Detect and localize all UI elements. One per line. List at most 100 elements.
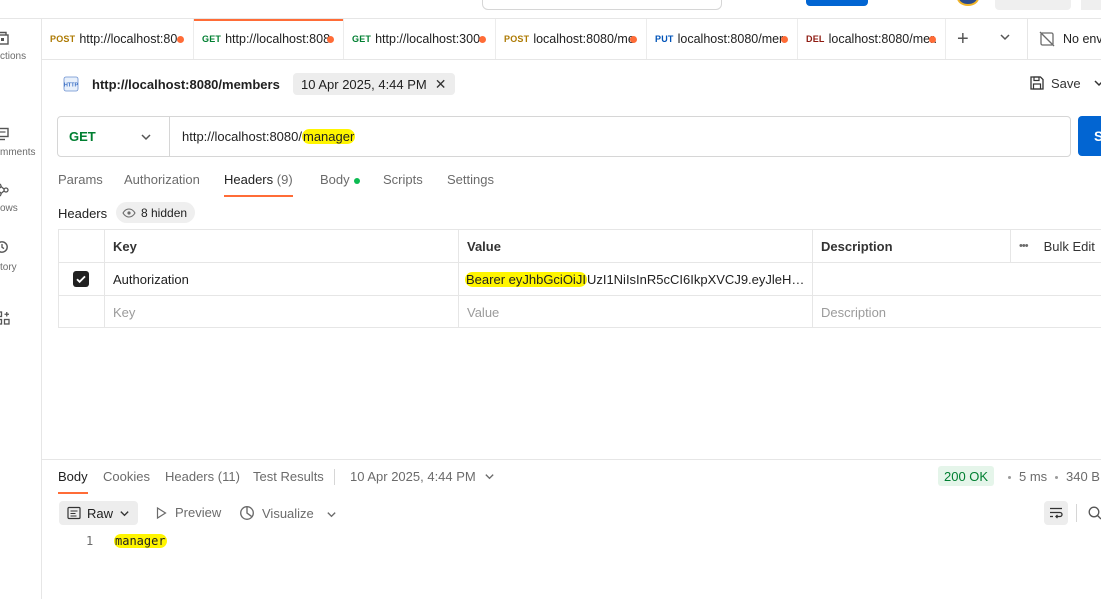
sidebar-item-history[interactable]: tory bbox=[0, 240, 42, 280]
format-dropdown[interactable]: Raw bbox=[59, 501, 139, 525]
new-value-input[interactable]: Value bbox=[458, 296, 812, 328]
avatar[interactable] bbox=[957, 0, 979, 6]
value-rest: UzI1NiIsInR5cCI6IkpXVCJ9.eyJleHAiOj... bbox=[586, 271, 812, 287]
unsaved-dot-icon bbox=[479, 36, 486, 43]
save-options-chevron-down-icon[interactable] bbox=[1093, 77, 1101, 89]
visualize-button[interactable]: Visualize bbox=[239, 505, 314, 521]
tab-url: localhost:8080/mer bbox=[677, 32, 784, 46]
save-button[interactable]: Save bbox=[1029, 75, 1081, 91]
new-description-input[interactable]: Description bbox=[812, 296, 1101, 328]
column-header-description: Description bbox=[812, 230, 1010, 262]
unsaved-dot-icon bbox=[177, 36, 184, 43]
visualize-icon bbox=[240, 506, 254, 520]
postman-window: ctions mments ows tory POST http://local… bbox=[0, 0, 1101, 599]
table-header-row: Key Value Description ••• Bulk Edit bbox=[59, 230, 1101, 263]
row-checkbox-cell bbox=[59, 263, 104, 295]
request-tabs-bar: POST http://localhost:80 GET http://loca… bbox=[42, 19, 1101, 60]
search-icon[interactable] bbox=[1088, 506, 1101, 520]
divider bbox=[334, 469, 335, 485]
save-icon bbox=[1030, 76, 1044, 90]
url-highlighted-segment: manager bbox=[301, 129, 356, 144]
request-tab-active[interactable]: GET http://localhost:808 bbox=[194, 19, 344, 59]
status-badge[interactable]: 200 OK bbox=[938, 466, 995, 486]
request-tab[interactable]: POST http://localhost:80 bbox=[42, 19, 194, 59]
send-button[interactable]: S bbox=[1078, 116, 1101, 156]
tab-scripts[interactable]: Scripts bbox=[383, 172, 423, 187]
tab-authorization[interactable]: Authorization bbox=[124, 172, 200, 187]
checkmark-icon bbox=[76, 275, 86, 284]
visualize-chevron-down-icon[interactable] bbox=[326, 509, 337, 520]
window-control[interactable] bbox=[1081, 0, 1101, 10]
preview-button[interactable]: Preview bbox=[154, 505, 221, 520]
separator-dot bbox=[1008, 476, 1011, 479]
environment-selector[interactable]: No envi bbox=[1063, 32, 1101, 46]
row-checkbox-cell bbox=[59, 296, 104, 328]
header-enabled-checkbox[interactable] bbox=[73, 271, 89, 287]
request-tab[interactable]: DEL localhost:8080/mer. bbox=[798, 19, 946, 59]
request-tab[interactable]: PUT localhost:8080/mer bbox=[647, 19, 798, 59]
response-tab-body[interactable]: Body bbox=[58, 469, 88, 494]
wrap-lines-icon bbox=[1050, 507, 1063, 519]
header-description-cell[interactable] bbox=[812, 263, 1101, 295]
sidebar-item-environments[interactable]: mments bbox=[0, 127, 42, 167]
invite-button[interactable] bbox=[806, 0, 868, 6]
tab-body[interactable]: Body bbox=[320, 172, 360, 187]
tab-params[interactable]: Params bbox=[58, 172, 103, 187]
header-value-cell[interactable]: Bearer eyJhbGciOiJI UzI1NiIsInR5cCI6IkpXV… bbox=[458, 263, 812, 295]
header-key-cell[interactable]: Authorization bbox=[104, 263, 458, 295]
method-label: POST bbox=[50, 34, 76, 44]
body-indicator-dot-icon bbox=[353, 177, 360, 184]
bulk-edit-button[interactable]: ••• Bulk Edit bbox=[1019, 239, 1095, 254]
request-date: 10 Apr 2025, 4:44 PM bbox=[301, 76, 427, 92]
headers-table: Key Value Description ••• Bulk Edit Autho… bbox=[58, 229, 1101, 328]
sidebar-item-flows[interactable]: ows bbox=[0, 183, 42, 223]
sidebar-item-label: ows bbox=[0, 203, 18, 214]
save-label: Save bbox=[1051, 75, 1081, 91]
collections-icon bbox=[0, 31, 9, 45]
tabs-overflow-chevron-down-icon[interactable] bbox=[999, 31, 1011, 43]
url-bar: GET http://localhost:8080/manager bbox=[57, 116, 1071, 157]
upgrade-button[interactable] bbox=[995, 0, 1071, 10]
method-value: GET bbox=[69, 129, 96, 144]
flows-icon bbox=[0, 183, 9, 197]
close-icon[interactable]: ✕ bbox=[435, 76, 447, 93]
chevron-down-icon bbox=[141, 134, 151, 141]
new-tab-plus-icon[interactable]: + bbox=[957, 29, 969, 49]
sidebar-item-add-workspace[interactable] bbox=[0, 311, 42, 331]
preview-label: Preview bbox=[175, 505, 222, 520]
response-tab-test-results[interactable]: Test Results bbox=[253, 469, 324, 484]
new-key-input[interactable]: Key bbox=[104, 296, 458, 328]
response-history-dropdown[interactable]: 10 Apr 2025, 4:44 PM bbox=[350, 469, 495, 484]
url-input[interactable]: http://localhost:8080/manager bbox=[182, 129, 356, 144]
no-environment-icon[interactable] bbox=[1039, 31, 1055, 47]
tab-url: localhost:8080/mer. bbox=[828, 32, 938, 46]
response-time[interactable]: 5 ms bbox=[1019, 469, 1047, 484]
bulk-edit-cell: ••• Bulk Edit bbox=[1010, 230, 1101, 262]
sidebar-item-label: tory bbox=[0, 262, 17, 273]
chevron-down-icon bbox=[485, 474, 494, 480]
unsaved-dot-icon bbox=[327, 36, 334, 43]
divider bbox=[1027, 19, 1028, 59]
global-search-input[interactable] bbox=[482, 0, 722, 10]
response-tab-headers[interactable]: Headers (11) bbox=[165, 469, 240, 484]
tab-headers[interactable]: Headers (9) bbox=[224, 172, 293, 197]
request-tab[interactable]: POST localhost:8080/me bbox=[496, 19, 647, 59]
request-header: HTTP http://localhost:8080/members 10 Ap… bbox=[42, 60, 1101, 108]
response-tab-cookies[interactable]: Cookies bbox=[103, 469, 150, 484]
unsaved-dot-icon bbox=[929, 36, 936, 43]
wrap-lines-button[interactable] bbox=[1044, 501, 1068, 525]
request-name[interactable]: http://localhost:8080/members bbox=[92, 77, 280, 92]
sidebar-item-label: ctions bbox=[0, 51, 27, 62]
separator-dot bbox=[1055, 476, 1058, 479]
response-size[interactable]: 340 B bbox=[1066, 469, 1100, 484]
table-row: Authorization Bearer eyJhbGciOiJI UzI1NiI… bbox=[59, 263, 1101, 296]
method-select[interactable]: GET bbox=[58, 117, 170, 156]
sidebar-item-collections[interactable]: ctions bbox=[0, 31, 42, 71]
request-tab[interactable]: GET http://localhost:300 bbox=[344, 19, 496, 59]
format-value: Raw bbox=[87, 505, 114, 521]
hidden-count: 8 hidden bbox=[141, 205, 188, 220]
hidden-headers-toggle[interactable]: 8 hidden bbox=[116, 202, 196, 223]
tab-settings[interactable]: Settings bbox=[447, 172, 494, 187]
url-prefix: http://localhost:8080/ bbox=[182, 129, 302, 144]
response-body-line[interactable]: manager bbox=[114, 534, 167, 548]
